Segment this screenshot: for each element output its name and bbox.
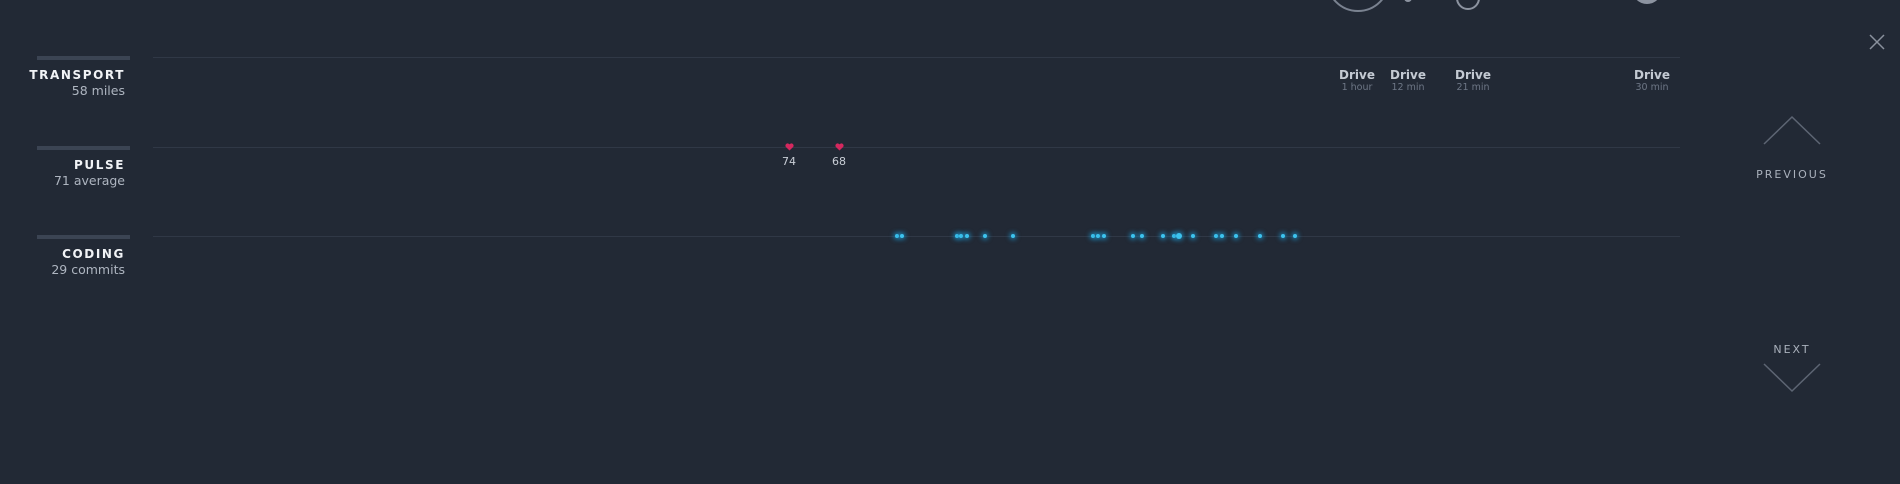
next-button[interactable]: NEXT: [1752, 343, 1832, 398]
drive-event[interactable]: Drive 21 min: [1455, 68, 1491, 94]
transport-row-bar: [37, 56, 130, 60]
drive-label: Drive: [1339, 68, 1375, 82]
pulse-reading[interactable]: 74: [782, 143, 796, 168]
drive-event[interactable]: Drive 12 min: [1390, 68, 1426, 94]
drive-duration: 12 min: [1391, 82, 1425, 93]
commit-dot[interactable]: [1234, 234, 1238, 238]
drive-event[interactable]: Drive 1 hour: [1339, 68, 1375, 94]
drive-duration: 1 hour: [1341, 82, 1373, 93]
commit-dot[interactable]: [1131, 234, 1135, 238]
commit-dot[interactable]: [1096, 234, 1100, 238]
timeline-marker-ring-small[interactable]: [1456, 0, 1480, 10]
pulse-reading[interactable]: 68: [832, 143, 846, 168]
commit-dot[interactable]: [900, 234, 904, 238]
commit-dot[interactable]: [1191, 234, 1195, 238]
transport-title: TRANSPORT: [29, 68, 125, 82]
drive-duration: 21 min: [1456, 82, 1490, 93]
pulse-track: [153, 147, 1680, 148]
drive-label: Drive: [1634, 68, 1670, 82]
previous-button[interactable]: PREVIOUS: [1752, 114, 1832, 181]
commit-dot[interactable]: [1140, 234, 1144, 238]
chevron-up-icon: [1763, 115, 1821, 145]
coding-track: [153, 236, 1680, 237]
commit-dot[interactable]: [1281, 234, 1285, 238]
chevron-down-icon: [1763, 363, 1821, 393]
pulse-label: PULSE 71 average: [20, 156, 125, 190]
commit-dot[interactable]: [1161, 234, 1165, 238]
pulse-value: 68: [832, 155, 846, 168]
commit-dot[interactable]: [1293, 234, 1297, 238]
pulse-title: PULSE: [73, 158, 125, 172]
heart-icon: [834, 143, 844, 151]
commit-dot[interactable]: [1220, 234, 1224, 238]
pulse-subtitle: 71 average: [53, 173, 125, 188]
timeline-marker-ring[interactable]: [1326, 0, 1390, 12]
timeline-marker-dot[interactable]: [1404, 0, 1412, 2]
heart-icon: [784, 143, 794, 151]
close-icon[interactable]: [1868, 33, 1886, 51]
coding-row-bar: [37, 235, 130, 239]
commit-dot[interactable]: [1214, 234, 1218, 238]
commit-dot[interactable]: [1258, 234, 1262, 238]
commit-dot[interactable]: [1102, 234, 1106, 238]
commit-dot[interactable]: [965, 234, 969, 238]
commit-dot[interactable]: [983, 234, 987, 238]
commit-dot[interactable]: [1011, 234, 1015, 238]
commit-dot[interactable]: [1091, 234, 1095, 238]
pulse-row-bar: [37, 146, 130, 150]
transport-subtitle: 58 miles: [71, 83, 125, 98]
transport-track: [153, 57, 1680, 58]
commit-dot[interactable]: [895, 234, 899, 238]
commit-dot[interactable]: [959, 234, 963, 238]
drive-event[interactable]: Drive 30 min: [1634, 68, 1670, 94]
transport-label: TRANSPORT 58 miles: [20, 66, 125, 100]
coding-label: CODING 29 commits: [20, 245, 125, 279]
coding-subtitle: 29 commits: [51, 262, 125, 277]
coding-title: CODING: [62, 247, 125, 261]
commit-dot[interactable]: [1176, 233, 1182, 239]
drive-duration: 30 min: [1635, 82, 1669, 93]
next-label: NEXT: [1773, 343, 1811, 356]
timeline-marker-filled[interactable]: [1632, 0, 1662, 4]
previous-label: PREVIOUS: [1756, 168, 1828, 181]
drive-label: Drive: [1390, 68, 1426, 82]
pulse-value: 74: [782, 155, 796, 168]
drive-label: Drive: [1455, 68, 1491, 82]
